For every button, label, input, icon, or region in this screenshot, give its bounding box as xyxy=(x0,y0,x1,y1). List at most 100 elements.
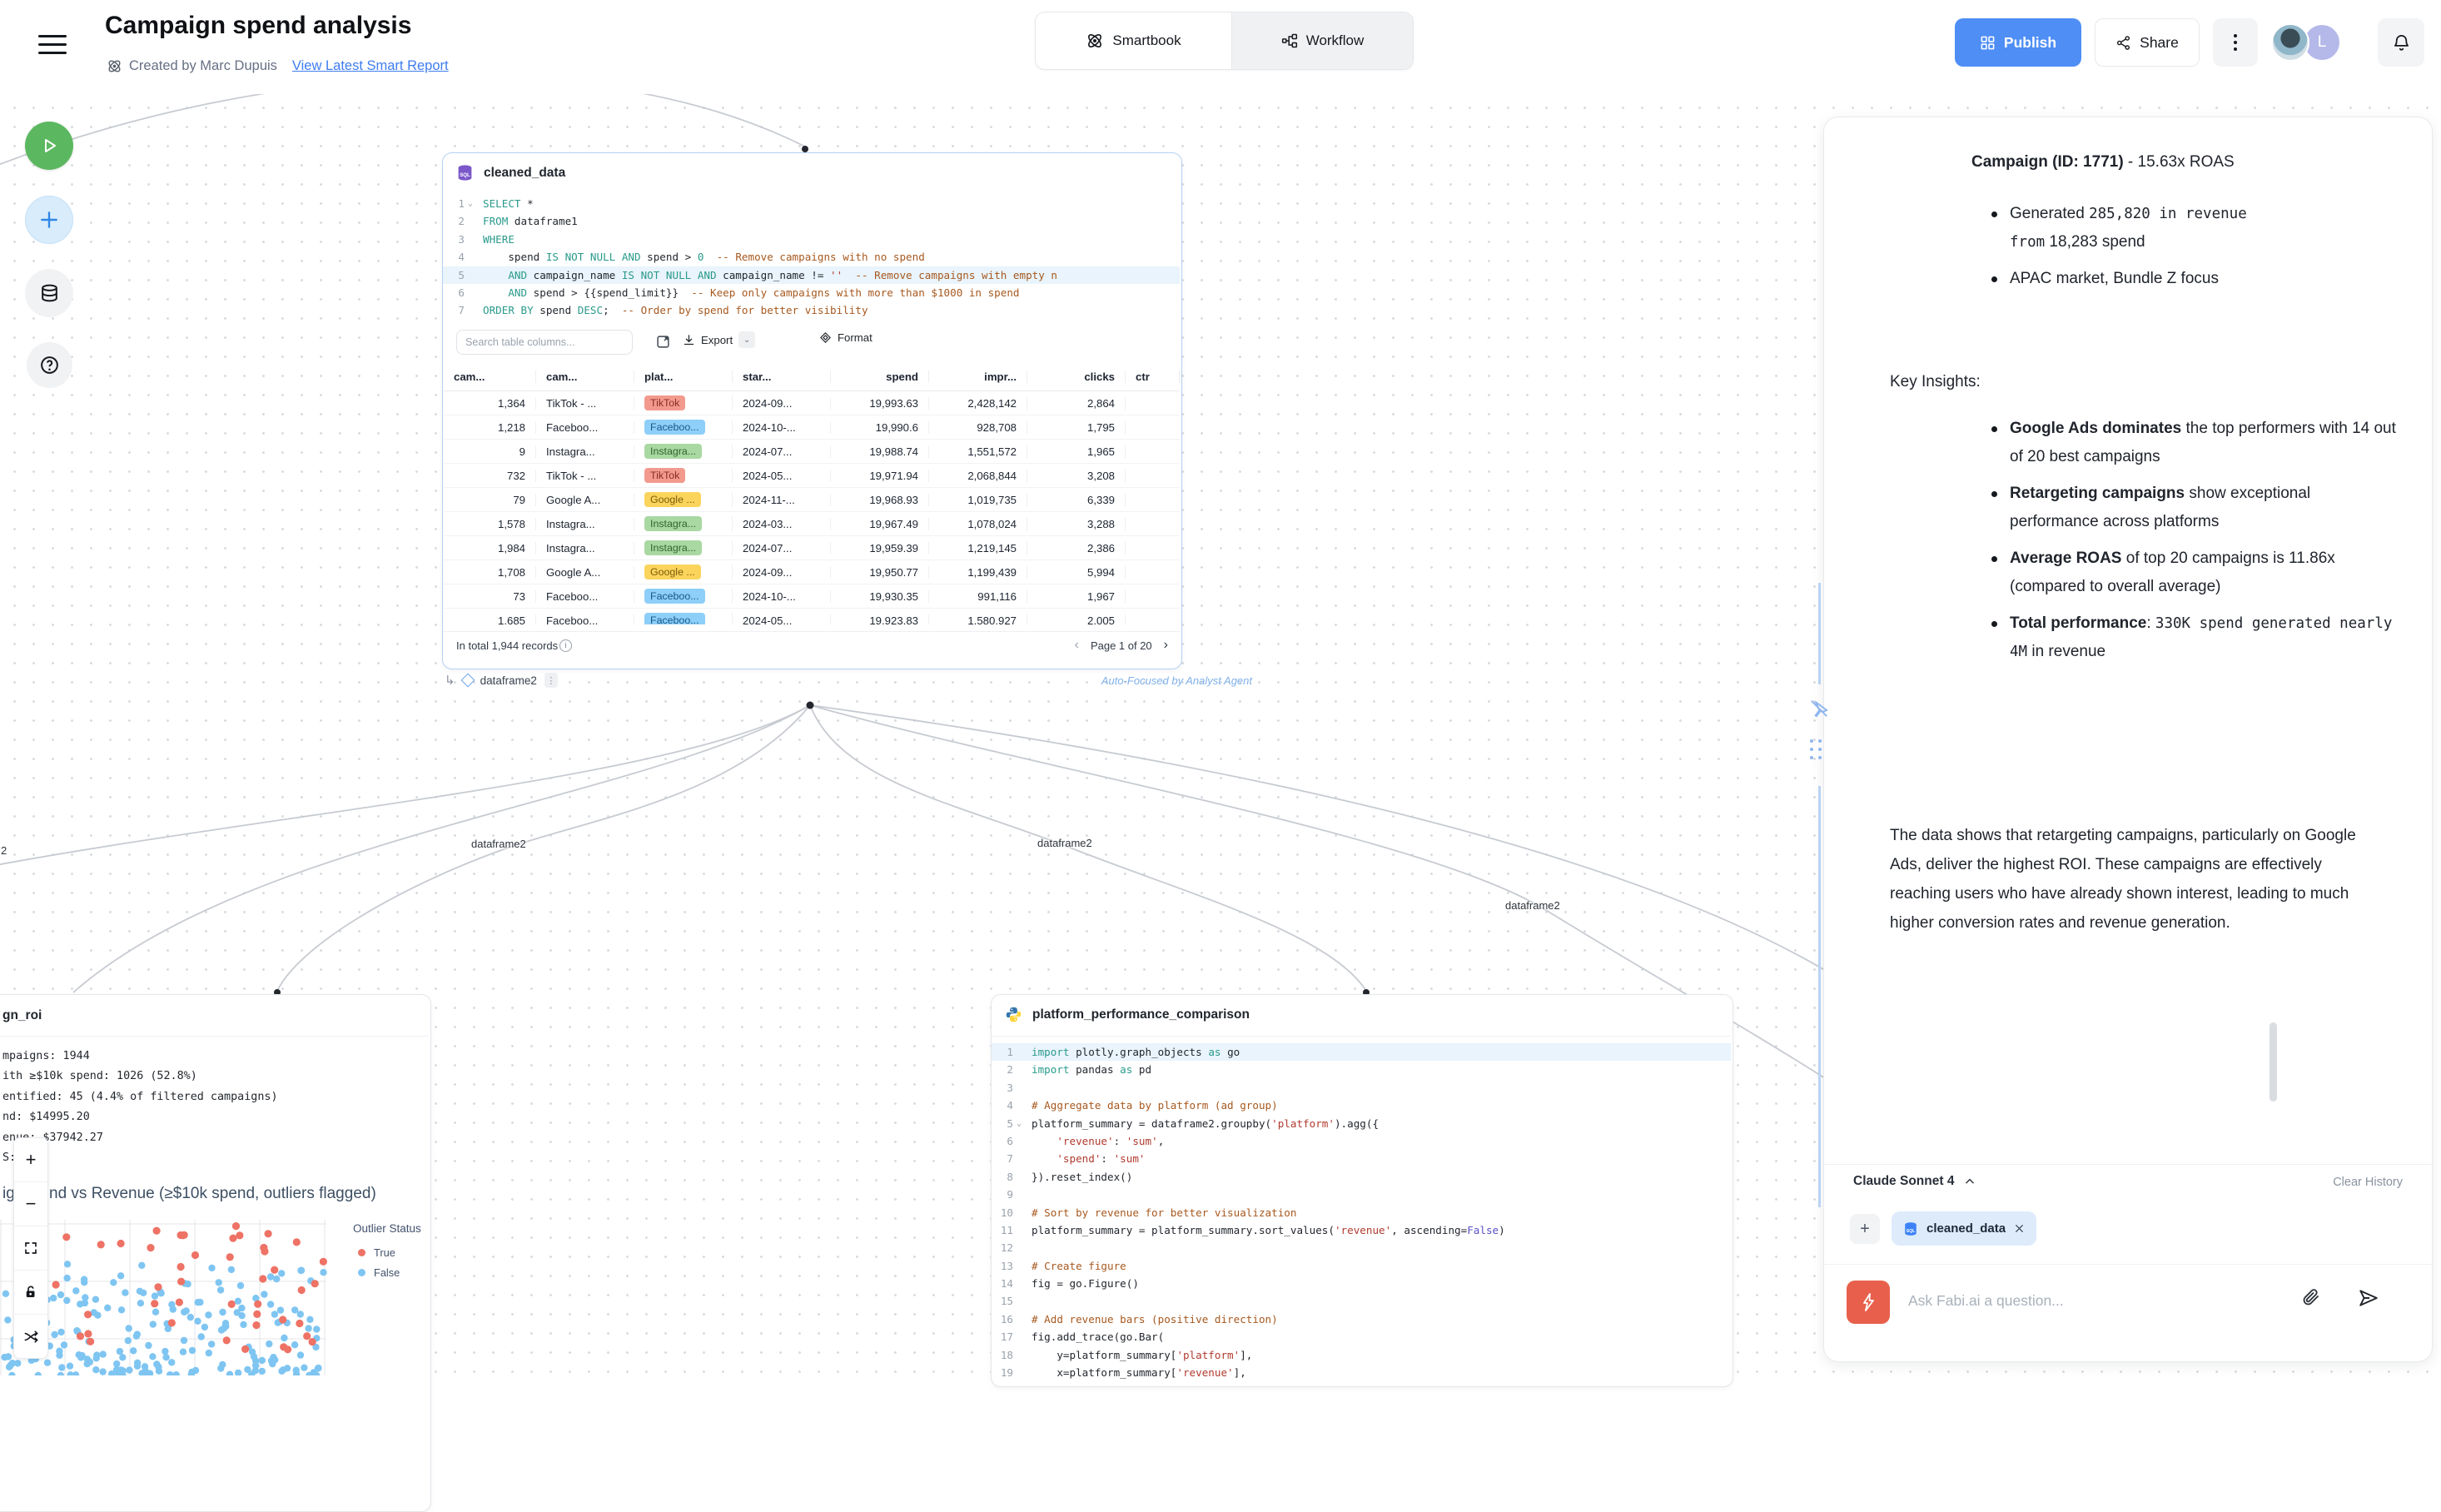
scatter-point xyxy=(99,1368,106,1375)
autoscale-button[interactable] xyxy=(14,1226,47,1271)
zoom-out-button[interactable]: − xyxy=(14,1182,47,1226)
output-dataframe-label[interactable]: dataframe2 xyxy=(480,674,537,687)
table-cell: 19,988.74 xyxy=(831,445,929,458)
attachment-paperclip-icon[interactable] xyxy=(2301,1287,2321,1307)
code-line: 19 x=platform_summary['revenue'], xyxy=(992,1364,1731,1381)
next-page-button[interactable]: › xyxy=(1164,638,1168,653)
output-menu-icon[interactable]: ⋮ xyxy=(544,673,558,688)
chat-input[interactable]: Ask Fabi.ai a question... xyxy=(1908,1292,2064,1310)
export-label: Export xyxy=(701,334,733,346)
column-header[interactable]: impr... xyxy=(929,371,1027,383)
prev-page-button[interactable]: ‹ xyxy=(1075,638,1079,653)
unpin-icon[interactable] xyxy=(1808,698,1830,719)
result-table[interactable]: cam...cam...plat...star...spendimpr...cl… xyxy=(444,363,1180,624)
expand-table-icon[interactable] xyxy=(656,335,670,349)
add-context-button[interactable]: + xyxy=(1850,1214,1880,1244)
table-cell: 2024-05... xyxy=(733,614,831,625)
table-row[interactable]: 1,685Faceboo...Faceboo...2024-05...19,92… xyxy=(444,609,1180,624)
python-editor[interactable]: 1import plotly.graph_objects as go2impor… xyxy=(992,1043,1731,1381)
platform-badge-cell: Google ... xyxy=(634,565,733,579)
lock-axes-button[interactable] xyxy=(14,1271,47,1315)
more-options-button[interactable] xyxy=(2213,18,2258,67)
context-chip[interactable]: SQL cleaned_data xyxy=(1892,1211,2036,1246)
table-row[interactable]: 1,708Google A...Google ...2024-09...19,9… xyxy=(444,560,1180,584)
clear-history-button[interactable]: Clear History xyxy=(2248,1176,2403,1189)
table-row[interactable]: 79Google A...Google ...2024-11-...19,968… xyxy=(444,488,1180,512)
created-by-label: Created by Marc Dupuis xyxy=(129,58,277,74)
mode-toggle: Smartbook Workflow xyxy=(1035,12,1414,70)
view-latest-smart-report-link[interactable]: View Latest Smart Report xyxy=(292,58,449,74)
table-row[interactable]: 1,578Instagra...Instagra...2024-03...19,… xyxy=(444,512,1180,536)
table-cell: 2024-09... xyxy=(733,566,831,579)
scatter-point xyxy=(117,1272,124,1279)
column-header[interactable]: cam... xyxy=(536,371,634,383)
shuffle-button[interactable] xyxy=(14,1315,47,1358)
code-line: 1import plotly.graph_objects as go xyxy=(992,1043,1731,1061)
scatter-legend[interactable]: Outlier Status True False xyxy=(353,1222,421,1279)
tab-workflow[interactable]: Workflow xyxy=(1231,12,1413,69)
add-node-button[interactable] xyxy=(25,196,73,244)
smartbook-atom-icon xyxy=(1086,32,1104,50)
legend-item-true[interactable]: True xyxy=(358,1246,421,1259)
code-line: 4 spend IS NOT NULL AND spend > 0 -- Rem… xyxy=(443,248,1180,266)
platform-badge-cell: Faceboo... xyxy=(634,420,733,435)
column-header[interactable]: ctr xyxy=(1126,371,1180,383)
table-row[interactable]: 732TikTok - ...TikTok2024-05...19,971.94… xyxy=(444,464,1180,488)
table-cell: 19,959.39 xyxy=(831,542,929,555)
table-cell: 3,208 xyxy=(1027,470,1126,482)
model-selector[interactable]: Claude Sonnet 4 xyxy=(1853,1174,1976,1189)
export-dropdown-chevron[interactable]: ⌄ xyxy=(738,331,755,348)
output-port[interactable] xyxy=(807,702,814,709)
legend-item-false[interactable]: False xyxy=(358,1266,421,1279)
scatter-point xyxy=(2,1291,9,1297)
node-platform-performance-comparison[interactable]: platform_performance_comparison 1import … xyxy=(991,994,1733,1387)
table-row[interactable]: 1,218Faceboo...Faceboo...2024-10-...19,9… xyxy=(444,415,1180,440)
fullscreen-corners-icon xyxy=(23,1241,38,1256)
column-header[interactable]: spend xyxy=(831,371,929,383)
code-line: 6 AND spend > {{spend_limit}} -- Keep on… xyxy=(443,284,1180,301)
table-row[interactable]: 1,364TikTok - ...TikTok2024-09...19,993.… xyxy=(444,391,1180,415)
column-header[interactable]: plat... xyxy=(634,371,733,383)
remove-context-icon[interactable] xyxy=(2014,1223,2025,1234)
input-port[interactable] xyxy=(802,146,808,152)
scatter-point xyxy=(296,1320,303,1327)
panel-scrollbar[interactable] xyxy=(2269,1022,2277,1102)
drag-handle-icon[interactable] xyxy=(1810,739,1822,759)
table-cell: 1,708 xyxy=(444,566,536,579)
download-icon xyxy=(683,334,695,346)
export-button[interactable]: Export ⌄ xyxy=(683,331,755,348)
publish-button[interactable]: Publish xyxy=(1955,18,2081,67)
scatter-point xyxy=(235,1370,241,1375)
table-row[interactable]: 9Instagra...Instagra...2024-07...19,988.… xyxy=(444,440,1180,464)
notifications-button[interactable] xyxy=(2378,18,2424,67)
list-item: Generated 285,820 in revenue from 18,283… xyxy=(1991,200,2266,256)
zoom-in-button[interactable]: + xyxy=(14,1138,47,1182)
shuffle-icon xyxy=(23,1329,39,1345)
column-header[interactable]: cam... xyxy=(444,371,536,383)
hamburger-menu-icon[interactable] xyxy=(38,35,67,55)
node-cleaned-data[interactable]: SQL cleaned_data 1⌄SELECT *2FROM datafra… xyxy=(442,152,1182,669)
format-button[interactable]: Format xyxy=(819,331,872,344)
avatar-photo[interactable] xyxy=(2271,23,2309,62)
tab-smartbook[interactable]: Smartbook xyxy=(1036,12,1231,69)
scatter-title: nd vs Revenue (≥$10k spend, outliers fla… xyxy=(49,1185,376,1203)
help-button[interactable] xyxy=(27,342,72,388)
scatter-point xyxy=(183,1307,190,1314)
table-search-input[interactable]: Search table columns... xyxy=(456,330,633,355)
run-workflow-button[interactable] xyxy=(25,122,73,170)
scatter-point xyxy=(277,1306,284,1313)
sql-editor[interactable]: 1⌄SELECT *2FROM dataframe13WHERE4 spend … xyxy=(443,195,1180,320)
column-header[interactable]: star... xyxy=(733,371,831,383)
share-button[interactable]: Share xyxy=(2095,18,2200,67)
scatter-point xyxy=(147,1244,154,1251)
table-row[interactable]: 1,984Instagra...Instagra...2024-07...19,… xyxy=(444,536,1180,560)
scatter-point xyxy=(260,1244,267,1251)
data-sources-button[interactable] xyxy=(25,269,73,317)
share-icon xyxy=(2115,35,2131,51)
table-cell: 928,708 xyxy=(929,421,1027,434)
scatter-point xyxy=(252,1367,259,1374)
column-header[interactable]: clicks xyxy=(1027,371,1126,383)
scatter-point xyxy=(150,1321,157,1327)
table-row[interactable]: 73Faceboo...Faceboo...2024-10-...19,930.… xyxy=(444,584,1180,609)
send-icon[interactable] xyxy=(2358,1287,2379,1309)
